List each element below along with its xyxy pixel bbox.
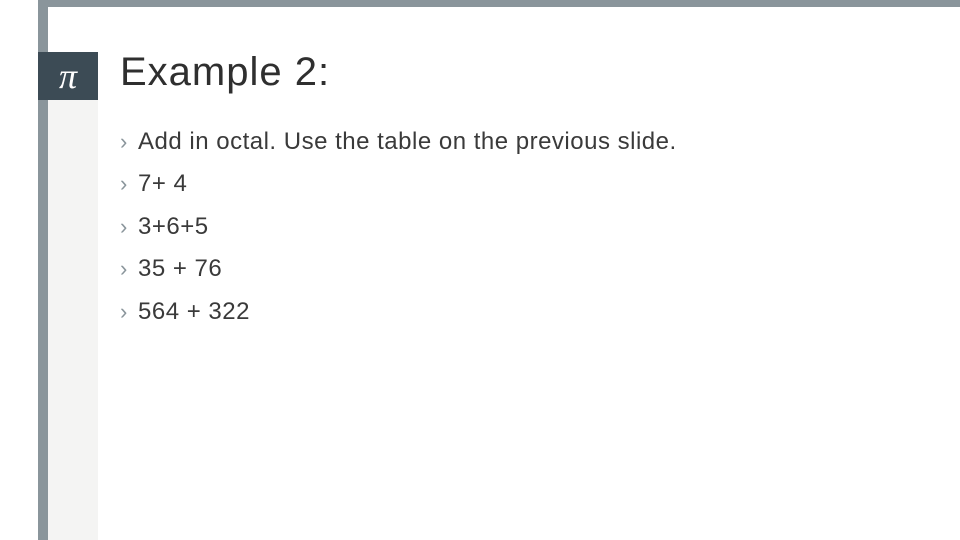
decoration-left-strip xyxy=(48,100,98,540)
list-item: Add in octal. Use the table on the previ… xyxy=(120,123,930,161)
list-item: 35 + 76 xyxy=(120,250,930,288)
decoration-top-bar xyxy=(38,0,48,52)
list-item: 7+ 4 xyxy=(120,165,930,203)
bullet-list: Add in octal. Use the table on the previ… xyxy=(120,123,930,331)
pi-icon: π xyxy=(38,52,98,100)
list-item: 3+6+5 xyxy=(120,208,930,246)
list-item: 564 + 322 xyxy=(120,293,930,331)
decoration-top-strip xyxy=(48,0,960,7)
pi-glyph: π xyxy=(59,58,77,94)
slide-content: Example 2: Add in octal. Use the table o… xyxy=(120,50,930,335)
decoration-left-rail xyxy=(38,100,48,540)
slide-title: Example 2: xyxy=(120,50,930,95)
